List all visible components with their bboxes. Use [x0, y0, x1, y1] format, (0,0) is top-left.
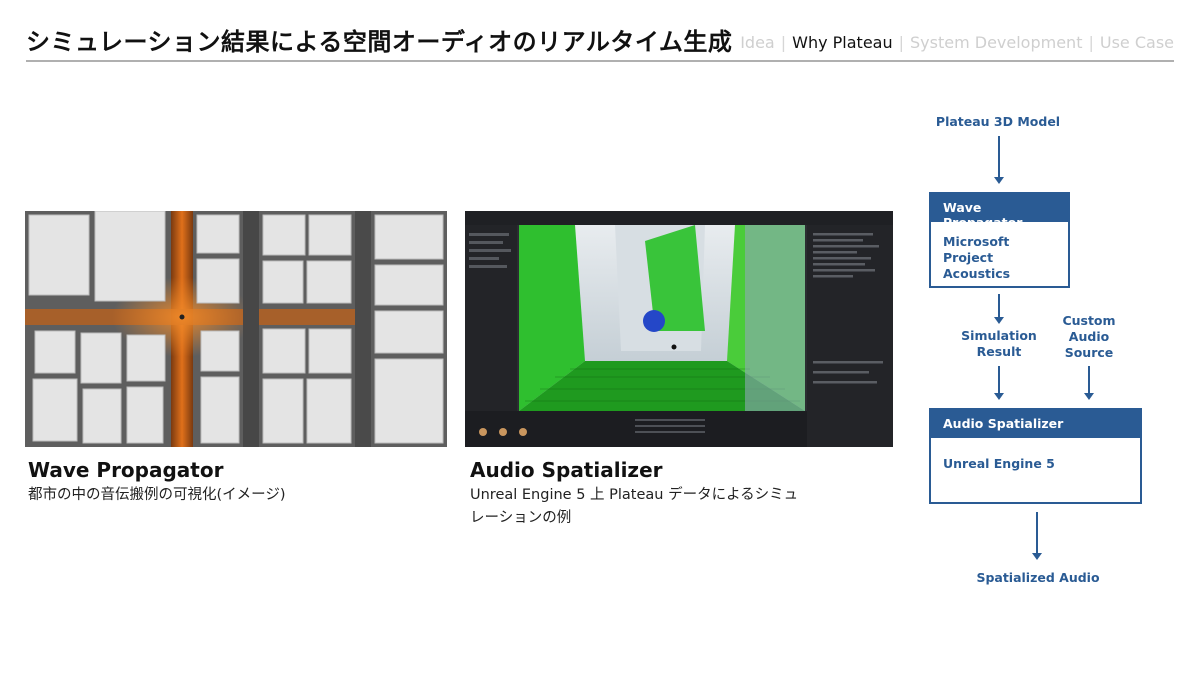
custom-audio-line2: Audio: [1068, 329, 1110, 344]
right-panel-title: Audio Spatializer: [470, 458, 663, 482]
nav-item-use-case[interactable]: Use Case: [1100, 33, 1174, 52]
right-panel-caption-line2: レーションの例: [470, 510, 572, 526]
flow-arrow-custom-to-spatializer: [1084, 366, 1094, 400]
flow-arrow: [994, 136, 1004, 184]
left-panel-caption: 都市の中の音伝搬例の可視化(イメージ): [28, 487, 286, 503]
box1-body-line2: Project Acoustics: [943, 250, 1011, 281]
custom-audio-line3: Source: [1064, 345, 1114, 360]
right-panel-caption-line1: Unreal Engine 5 上 Plateau データによるシミュ: [470, 487, 799, 503]
nav-item-why-plateau[interactable]: Why Plateau: [792, 33, 892, 52]
left-panel-title: Wave Propagator: [28, 458, 224, 482]
sim-result-line2: Result: [976, 344, 1022, 359]
audio-spatializer-box: Audio Spatializer Unreal Engine 5: [929, 408, 1142, 504]
city-map-image: [25, 211, 447, 447]
nav-separator: |: [898, 33, 904, 52]
wave-propagation-visualization: [25, 211, 447, 447]
title-divider: [26, 60, 1174, 62]
nav-item-system-development[interactable]: System Development: [910, 33, 1082, 52]
custom-audio-source-label: Custom Audio Source: [1046, 313, 1132, 361]
slide-title: シミュレーション結果による空間オーディオのリアルタイム生成: [26, 28, 733, 56]
box1-body-line1: Microsoft: [943, 234, 1010, 249]
wave-propagator-box-header: Wave Propagator: [931, 194, 1068, 230]
simulation-result-label: Simulation Result: [954, 328, 1044, 360]
wave-propagator-box: Wave Propagator Microsoft Project Acoust…: [929, 192, 1070, 288]
unreal-viewport-image: [465, 211, 893, 447]
nav-separator: |: [1088, 33, 1094, 52]
nav-item-idea[interactable]: Idea: [740, 33, 775, 52]
flow-input-plateau-model: Plateau 3D Model: [935, 114, 1061, 129]
custom-audio-line1: Custom: [1062, 313, 1116, 328]
audio-spatializer-box-body: Unreal Engine 5: [943, 456, 1055, 471]
flow-arrow-sim-to-spatializer: [994, 366, 1004, 400]
flow-arrow-to-output: [1032, 512, 1042, 560]
section-nav: Idea | Why Plateau | System Development | Use …: [740, 33, 1174, 52]
sim-result-line1: Simulation: [961, 328, 1037, 343]
flow-line-segment: [998, 294, 1000, 318]
nav-separator: |: [780, 33, 787, 52]
flow-output-spatialized-audio: Spatialized Audio: [976, 570, 1100, 585]
unreal-engine-screenshot: [465, 211, 893, 447]
audio-spatializer-box-header: Audio Spatializer: [931, 410, 1140, 438]
wave-propagator-box-body: Microsoft Project Acoustics: [931, 222, 1068, 294]
